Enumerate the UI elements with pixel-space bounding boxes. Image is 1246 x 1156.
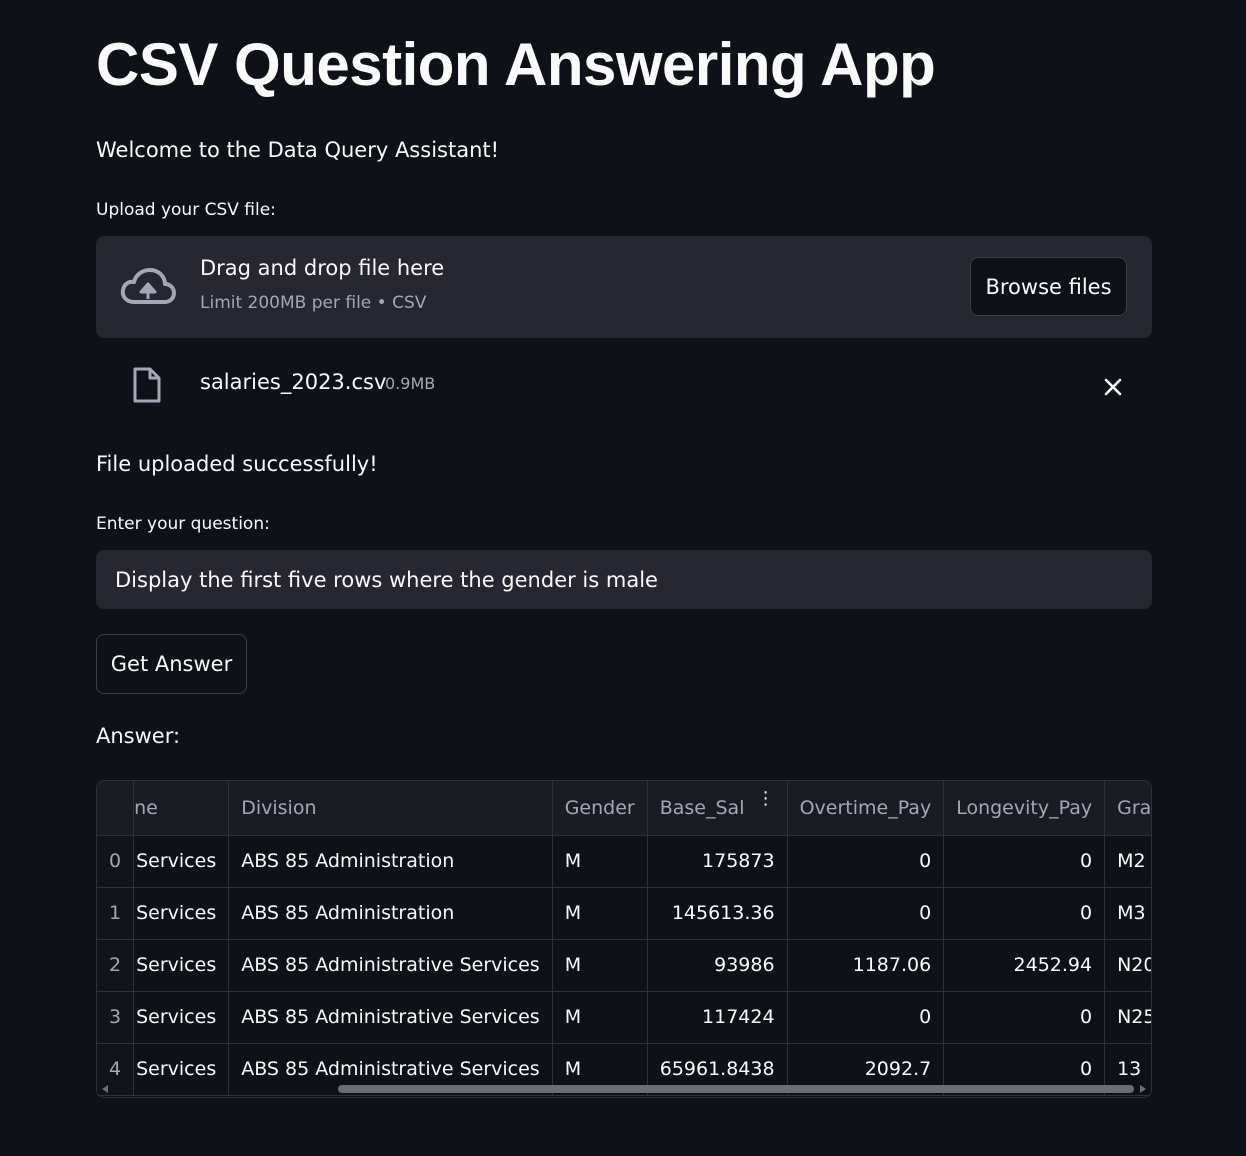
cloud-upload-icon xyxy=(120,268,176,304)
table-cell[interactable]: M xyxy=(552,887,648,940)
scrollbar-thumb[interactable] xyxy=(338,1085,1134,1093)
table-cell[interactable]: 0 xyxy=(943,991,1106,1044)
table-cell[interactable]: ABS 85 Administration xyxy=(228,887,553,940)
remove-file-button[interactable] xyxy=(1098,372,1128,402)
column-header[interactable]: Division xyxy=(228,781,553,836)
table-cell[interactable]: 0 xyxy=(943,887,1106,940)
question-input[interactable] xyxy=(96,550,1152,609)
answer-dataframe[interactable]: ne Division Gender Base_Sal ⋮ Overtime_P… xyxy=(96,780,1152,1098)
table-cell[interactable]: Services xyxy=(133,835,230,888)
get-answer-button[interactable]: Get Answer xyxy=(96,634,247,694)
row-index: 2 xyxy=(97,939,135,992)
table-cell[interactable]: 175873 xyxy=(647,835,788,888)
close-icon xyxy=(1104,378,1122,396)
table-cell[interactable]: M2 xyxy=(1104,835,1151,888)
table-cell[interactable]: 145613.36 xyxy=(647,887,788,940)
uploaded-file-size: 0.9MB xyxy=(385,374,436,393)
table-cell[interactable]: N25 xyxy=(1104,991,1151,1044)
scroll-left-arrow-icon[interactable] xyxy=(102,1085,108,1093)
table-cell[interactable]: M xyxy=(552,991,648,1044)
table-row[interactable]: 0 Services ABS 85 Administration M 17587… xyxy=(97,835,1151,888)
table-cell[interactable]: 93986 xyxy=(647,939,788,992)
column-header-label: Base_Sal xyxy=(659,796,745,819)
table-cell[interactable]: 117424 xyxy=(647,991,788,1044)
table-cell[interactable]: 0 xyxy=(787,835,945,888)
question-label: Enter your question: xyxy=(96,514,270,534)
table-cell[interactable]: 2452.94 xyxy=(943,939,1106,992)
row-index: 3 xyxy=(97,991,135,1044)
index-header xyxy=(97,781,135,836)
table-cell[interactable]: N20 xyxy=(1104,939,1151,992)
table-cell[interactable]: M xyxy=(552,939,648,992)
dropzone-instructions: Drag and drop file here xyxy=(200,256,445,280)
table-cell[interactable]: M xyxy=(552,835,648,888)
table-row[interactable]: 3 Services ABS 85 Administrative Service… xyxy=(97,991,1151,1044)
kebab-menu-icon[interactable]: ⋮ xyxy=(757,790,775,808)
column-header[interactable]: Gender xyxy=(552,781,648,836)
table-cell[interactable]: Services xyxy=(133,939,230,992)
upload-success-message: File uploaded successfully! xyxy=(96,452,378,476)
row-index: 0 xyxy=(97,835,135,888)
answer-label: Answer: xyxy=(96,724,181,748)
table-cell[interactable]: 0 xyxy=(943,835,1106,888)
column-header[interactable]: Base_Sal ⋮ xyxy=(647,781,788,836)
table-cell[interactable]: Services xyxy=(133,887,230,940)
column-header[interactable]: ne xyxy=(133,781,230,836)
upload-label: Upload your CSV file: xyxy=(96,200,276,220)
table-cell[interactable]: 0 xyxy=(787,887,945,940)
row-index: 1 xyxy=(97,887,135,940)
table-cell[interactable]: M3 xyxy=(1104,887,1151,940)
table-cell[interactable]: 1187.06 xyxy=(787,939,945,992)
page-title: CSV Question Answering App xyxy=(96,31,936,98)
column-header[interactable]: Overtime_Pay xyxy=(787,781,945,836)
table-cell[interactable]: Services xyxy=(133,991,230,1044)
table-cell[interactable]: ABS 85 Administration xyxy=(228,835,553,888)
column-header[interactable]: Longevity_Pay xyxy=(943,781,1106,836)
table-row[interactable]: 1 Services ABS 85 Administration M 14561… xyxy=(97,887,1151,940)
table-cell[interactable]: ABS 85 Administrative Services xyxy=(228,991,553,1044)
uploaded-file-name: salaries_2023.csv xyxy=(200,370,387,394)
scroll-right-arrow-icon[interactable] xyxy=(1140,1085,1146,1093)
welcome-text: Welcome to the Data Query Assistant! xyxy=(96,138,500,162)
browse-files-button[interactable]: Browse files xyxy=(970,257,1127,316)
table-cell[interactable]: 0 xyxy=(787,991,945,1044)
answer-table: ne Division Gender Base_Sal ⋮ Overtime_P… xyxy=(97,781,1151,1096)
table-header-row: ne Division Gender Base_Sal ⋮ Overtime_P… xyxy=(97,781,1151,836)
column-header[interactable]: Grade xyxy=(1104,781,1151,836)
table-row[interactable]: 2 Services ABS 85 Administrative Service… xyxy=(97,939,1151,992)
dropzone-limit: Limit 200MB per file • CSV xyxy=(200,293,427,313)
file-icon xyxy=(133,367,161,403)
table-cell[interactable]: ABS 85 Administrative Services xyxy=(228,939,553,992)
